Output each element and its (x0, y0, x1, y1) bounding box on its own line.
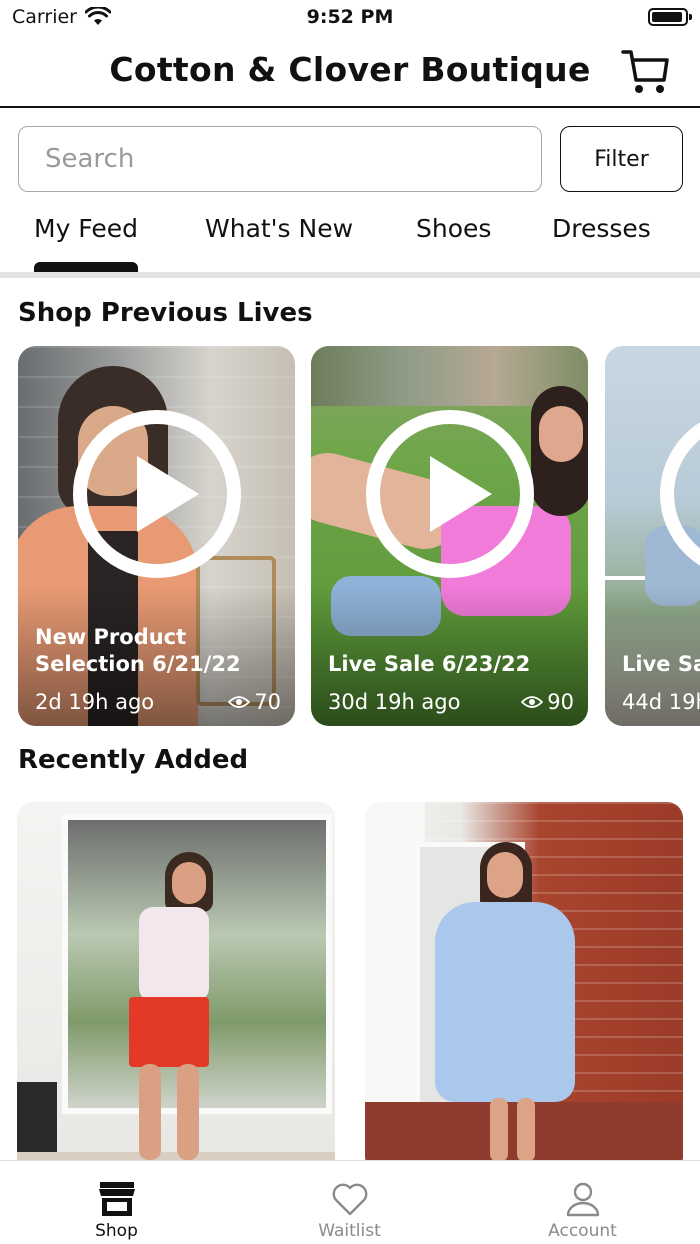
tab-dresses[interactable]: Dresses (552, 214, 651, 243)
tabbar-label: Shop (95, 1221, 138, 1241)
search-input[interactable] (18, 126, 542, 192)
live-card[interactable]: Live Sale 6/23/22 30d 19h ago 90 (311, 346, 588, 726)
tabbar-item-shop[interactable]: Shop (0, 1161, 233, 1244)
filter-button[interactable]: Filter (560, 126, 683, 192)
tabs-divider (0, 272, 700, 278)
lives-carousel[interactable]: New Product Selection 6/21/22 2d 19h ago… (0, 346, 700, 728)
live-views: 90 (521, 690, 574, 714)
product-card[interactable] (365, 802, 683, 1160)
tab-shoes[interactable]: Shoes (416, 214, 491, 243)
cart-button[interactable] (620, 46, 670, 96)
live-title: New Product Selection 6/21/22 (35, 625, 241, 676)
tabbar-item-account[interactable]: Account (466, 1161, 699, 1244)
battery-icon (648, 8, 692, 26)
views-count: 70 (254, 690, 281, 714)
tabbar-label: Account (548, 1221, 617, 1241)
tabbar-item-waitlist[interactable]: Waitlist (233, 1161, 466, 1244)
recent-section-title: Recently Added (18, 745, 249, 775)
play-icon (73, 410, 241, 578)
page-title: Cotton & Clover Boutique (109, 50, 591, 89)
person-icon (566, 1182, 599, 1217)
lives-section-title: Shop Previous Lives (18, 298, 313, 328)
live-title: Live Sale 6/23/22 (328, 652, 531, 676)
live-views: 70 (228, 690, 281, 714)
tab-label: What's New (205, 214, 354, 243)
heart-icon (332, 1183, 367, 1216)
product-card[interactable] (17, 802, 335, 1160)
active-tab-indicator (34, 262, 138, 272)
tab-whats-new[interactable]: What's New (205, 214, 353, 243)
play-icon (366, 410, 534, 578)
eye-icon (521, 696, 544, 708)
store-icon (98, 1182, 135, 1216)
tab-my-feed[interactable]: My Feed (34, 214, 138, 272)
product-image (365, 802, 683, 1160)
status-time: 9:52 PM (306, 6, 394, 28)
tab-label: My Feed (34, 214, 138, 243)
tab-label: Shoes (416, 214, 492, 243)
eye-icon (228, 696, 251, 708)
app-header: Cotton & Clover Boutique (0, 36, 700, 108)
live-time-ago: 30d 19h ago (328, 690, 461, 714)
tabbar-label: Waitlist (318, 1221, 381, 1241)
live-title: Live Sa (622, 652, 700, 676)
views-count: 90 (547, 690, 574, 714)
status-bar: Carrier 9:52 PM (0, 0, 700, 36)
product-image (17, 802, 335, 1160)
bottom-tab-bar: Shop Waitlist Account (0, 1160, 700, 1244)
live-time-ago: 44d 19h (622, 690, 700, 714)
category-tabs: My Feed What's New Shoes Dresses (0, 200, 700, 272)
live-time-ago: 2d 19h ago (35, 690, 155, 714)
live-card[interactable]: Live Sa 44d 19h (605, 346, 700, 726)
recent-products-carousel[interactable] (0, 802, 700, 1160)
tab-label: Dresses (552, 214, 651, 243)
live-card[interactable]: New Product Selection 6/21/22 2d 19h ago… (18, 346, 295, 726)
cart-icon (621, 50, 669, 93)
